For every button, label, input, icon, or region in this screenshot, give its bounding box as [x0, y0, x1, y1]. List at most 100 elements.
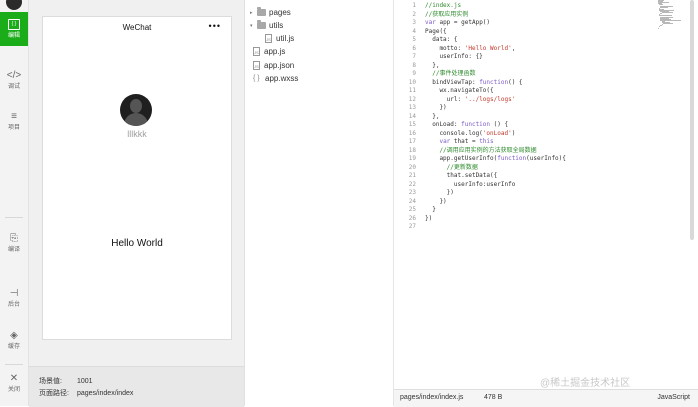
code-line[interactable]: bindViewTap: function() { — [425, 79, 655, 88]
code-line[interactable]: var that = this — [425, 138, 655, 147]
code-line[interactable]: userInfo:userInfo — [425, 181, 655, 190]
sidebar-item-backend[interactable]: ⊣ 后台 — [0, 287, 28, 311]
minimap-line — [658, 27, 660, 29]
motto-text: Hello World — [111, 238, 163, 249]
code-line[interactable]: userInfo: {} — [425, 53, 655, 62]
line-number: 21 — [408, 172, 416, 179]
watermark-text: @稀土掘金技术社区 — [540, 378, 631, 389]
line-number: 25 — [408, 206, 416, 213]
line-number: 13 — [408, 104, 416, 111]
code-line[interactable]: //调用应用实例的方法获取全局数据 — [425, 147, 655, 156]
line-number-gutter: 1 2 3 4 5 6 7 8 9 10 11 12 13 14 15 16 17 18 19 20 21 22 23 24 2… — [394, 2, 416, 232]
minimap-line — [661, 24, 663, 26]
angle-brackets-icon: </> — [6, 70, 22, 81]
line-number: 1 — [412, 2, 416, 9]
more-menu-icon[interactable]: ••• — [209, 21, 221, 31]
tree-file-app-wxss[interactable]: { } app.wxss — [253, 72, 298, 85]
code-line[interactable]: motto: 'Hello World', — [425, 45, 655, 54]
tree-file-app-json[interactable]: JS app.json — [253, 59, 294, 72]
page-path-row: 页面路径: pages/index/index — [39, 388, 133, 398]
code-line[interactable]: //获取应用实例 — [425, 11, 655, 20]
line-number: 4 — [412, 27, 416, 35]
code-line[interactable]: //index.js — [425, 2, 655, 11]
sidebar-item-close[interactable]: ✕ 关闭 — [0, 372, 28, 396]
line-number: 8 — [412, 61, 416, 69]
account-avatar[interactable] — [6, 0, 22, 10]
caret-right-icon: ▸ — [250, 9, 253, 16]
phone-navigation-bar: WeChat — [43, 17, 231, 38]
sidebar-item-cache[interactable]: ◈ 缓存 — [0, 329, 28, 353]
code-line[interactable]: console.log('onLoad') — [425, 130, 655, 139]
line-number: 12 — [408, 95, 416, 103]
line-number: 9 — [412, 70, 416, 77]
line-number: 14 — [408, 112, 416, 120]
sidebar-item-debug[interactable]: </> 调试 — [0, 69, 28, 93]
sidebar-divider — [5, 364, 23, 365]
code-line[interactable]: var app = getApp() — [425, 19, 655, 28]
scene-label: 场景值: — [39, 378, 62, 385]
code-line[interactable]: }) — [425, 104, 655, 113]
file-size: 478 B — [484, 394, 503, 401]
phone-screen[interactable]: WeChat ••• lllkkk Hello World — [42, 16, 232, 340]
tree-file-util-js[interactable]: JS util.js — [265, 32, 294, 45]
code-box-icon: { } — [8, 18, 20, 30]
scene-value: 1001 — [76, 378, 93, 385]
user-avatar[interactable] — [120, 94, 152, 126]
sidebar-item-edit[interactable]: { } 编辑 — [0, 12, 28, 46]
sidebar-item-label: 编译 — [7, 247, 20, 253]
code-line[interactable]: }) — [425, 215, 655, 224]
page-path-value: pages/index/index — [76, 390, 134, 397]
line-number: 22 — [408, 180, 416, 188]
json-file-icon: JS — [253, 61, 260, 70]
code-line[interactable] — [425, 223, 655, 232]
editor-scrollbar[interactable] — [690, 0, 694, 240]
line-number: 11 — [408, 87, 416, 94]
line-number: 20 — [408, 163, 416, 171]
code-line[interactable]: }, — [425, 62, 655, 71]
code-line[interactable]: Page({ — [425, 28, 655, 37]
code-line[interactable]: }, — [425, 113, 655, 122]
code-editor[interactable]: 1 2 3 4 5 6 7 8 9 10 11 12 13 14 15 16 17 18 19 20 21 22 23 24 2… — [394, 0, 698, 389]
tree-folder-utils[interactable]: ▾ utils — [250, 19, 283, 32]
sidebar-item-project[interactable]: ≡ 项目 — [0, 110, 28, 134]
page-path-label: 页面路径: — [39, 390, 69, 397]
line-number: 5 — [412, 36, 416, 43]
tree-item-label: utils — [269, 21, 284, 30]
editor-minimap[interactable] — [658, 0, 688, 30]
sidebar-item-label: 调试 — [7, 84, 20, 90]
tree-item-label: app.js — [264, 47, 286, 56]
code-content[interactable]: //index.js//获取应用实例 var app = getApp() Page… — [425, 2, 655, 232]
braces-file-icon: { } — [253, 75, 260, 82]
tree-file-app-js[interactable]: JS app.js — [253, 45, 285, 58]
minimap-line — [661, 12, 673, 14]
language-mode[interactable]: JavaScript — [657, 394, 690, 401]
line-number: 23 — [408, 189, 416, 196]
editor-status-bar: pages/index/index.js 478 B JavaScript — [394, 389, 698, 407]
code-line[interactable]: wx.navigateTo({ — [425, 87, 655, 96]
sidebar-item-label: 项目 — [7, 125, 20, 131]
close-icon: ✕ — [9, 373, 19, 384]
code-line[interactable]: that.setData({ — [425, 172, 655, 181]
scene-row: 场景值: 1001 — [39, 376, 93, 386]
line-number: 18 — [408, 146, 416, 154]
folder-icon — [257, 20, 266, 29]
code-line[interactable]: data: { — [425, 36, 655, 45]
tree-folder-pages[interactable]: ▸ pages — [250, 6, 291, 19]
code-line[interactable]: } — [425, 206, 655, 215]
code-line[interactable]: //更新数据 — [425, 164, 655, 173]
code-line[interactable]: //事件处理函数 — [425, 70, 655, 79]
sidebar-item-compile[interactable]: ⎘ 编译 — [0, 232, 28, 256]
code-line[interactable]: }) — [425, 189, 655, 198]
nav-title: WeChat — [122, 23, 152, 32]
code-line[interactable]: onLoad: function () { — [425, 121, 655, 130]
avatar-shoulders-shape — [124, 113, 148, 126]
list-icon: ≡ — [11, 111, 17, 122]
sidebar-item-label: 关闭 — [7, 387, 20, 393]
code-line[interactable]: app.getUserInfo(function(userInfo){ — [425, 155, 655, 164]
code-line[interactable]: url: '../logs/logs' — [425, 96, 655, 105]
line-number: 27 — [408, 223, 416, 230]
user-nickname: lllkkk — [127, 129, 147, 139]
code-line[interactable]: }) — [425, 198, 655, 207]
js-file-icon: JS — [253, 47, 260, 56]
sidebar-item-label: 缓存 — [7, 344, 20, 350]
